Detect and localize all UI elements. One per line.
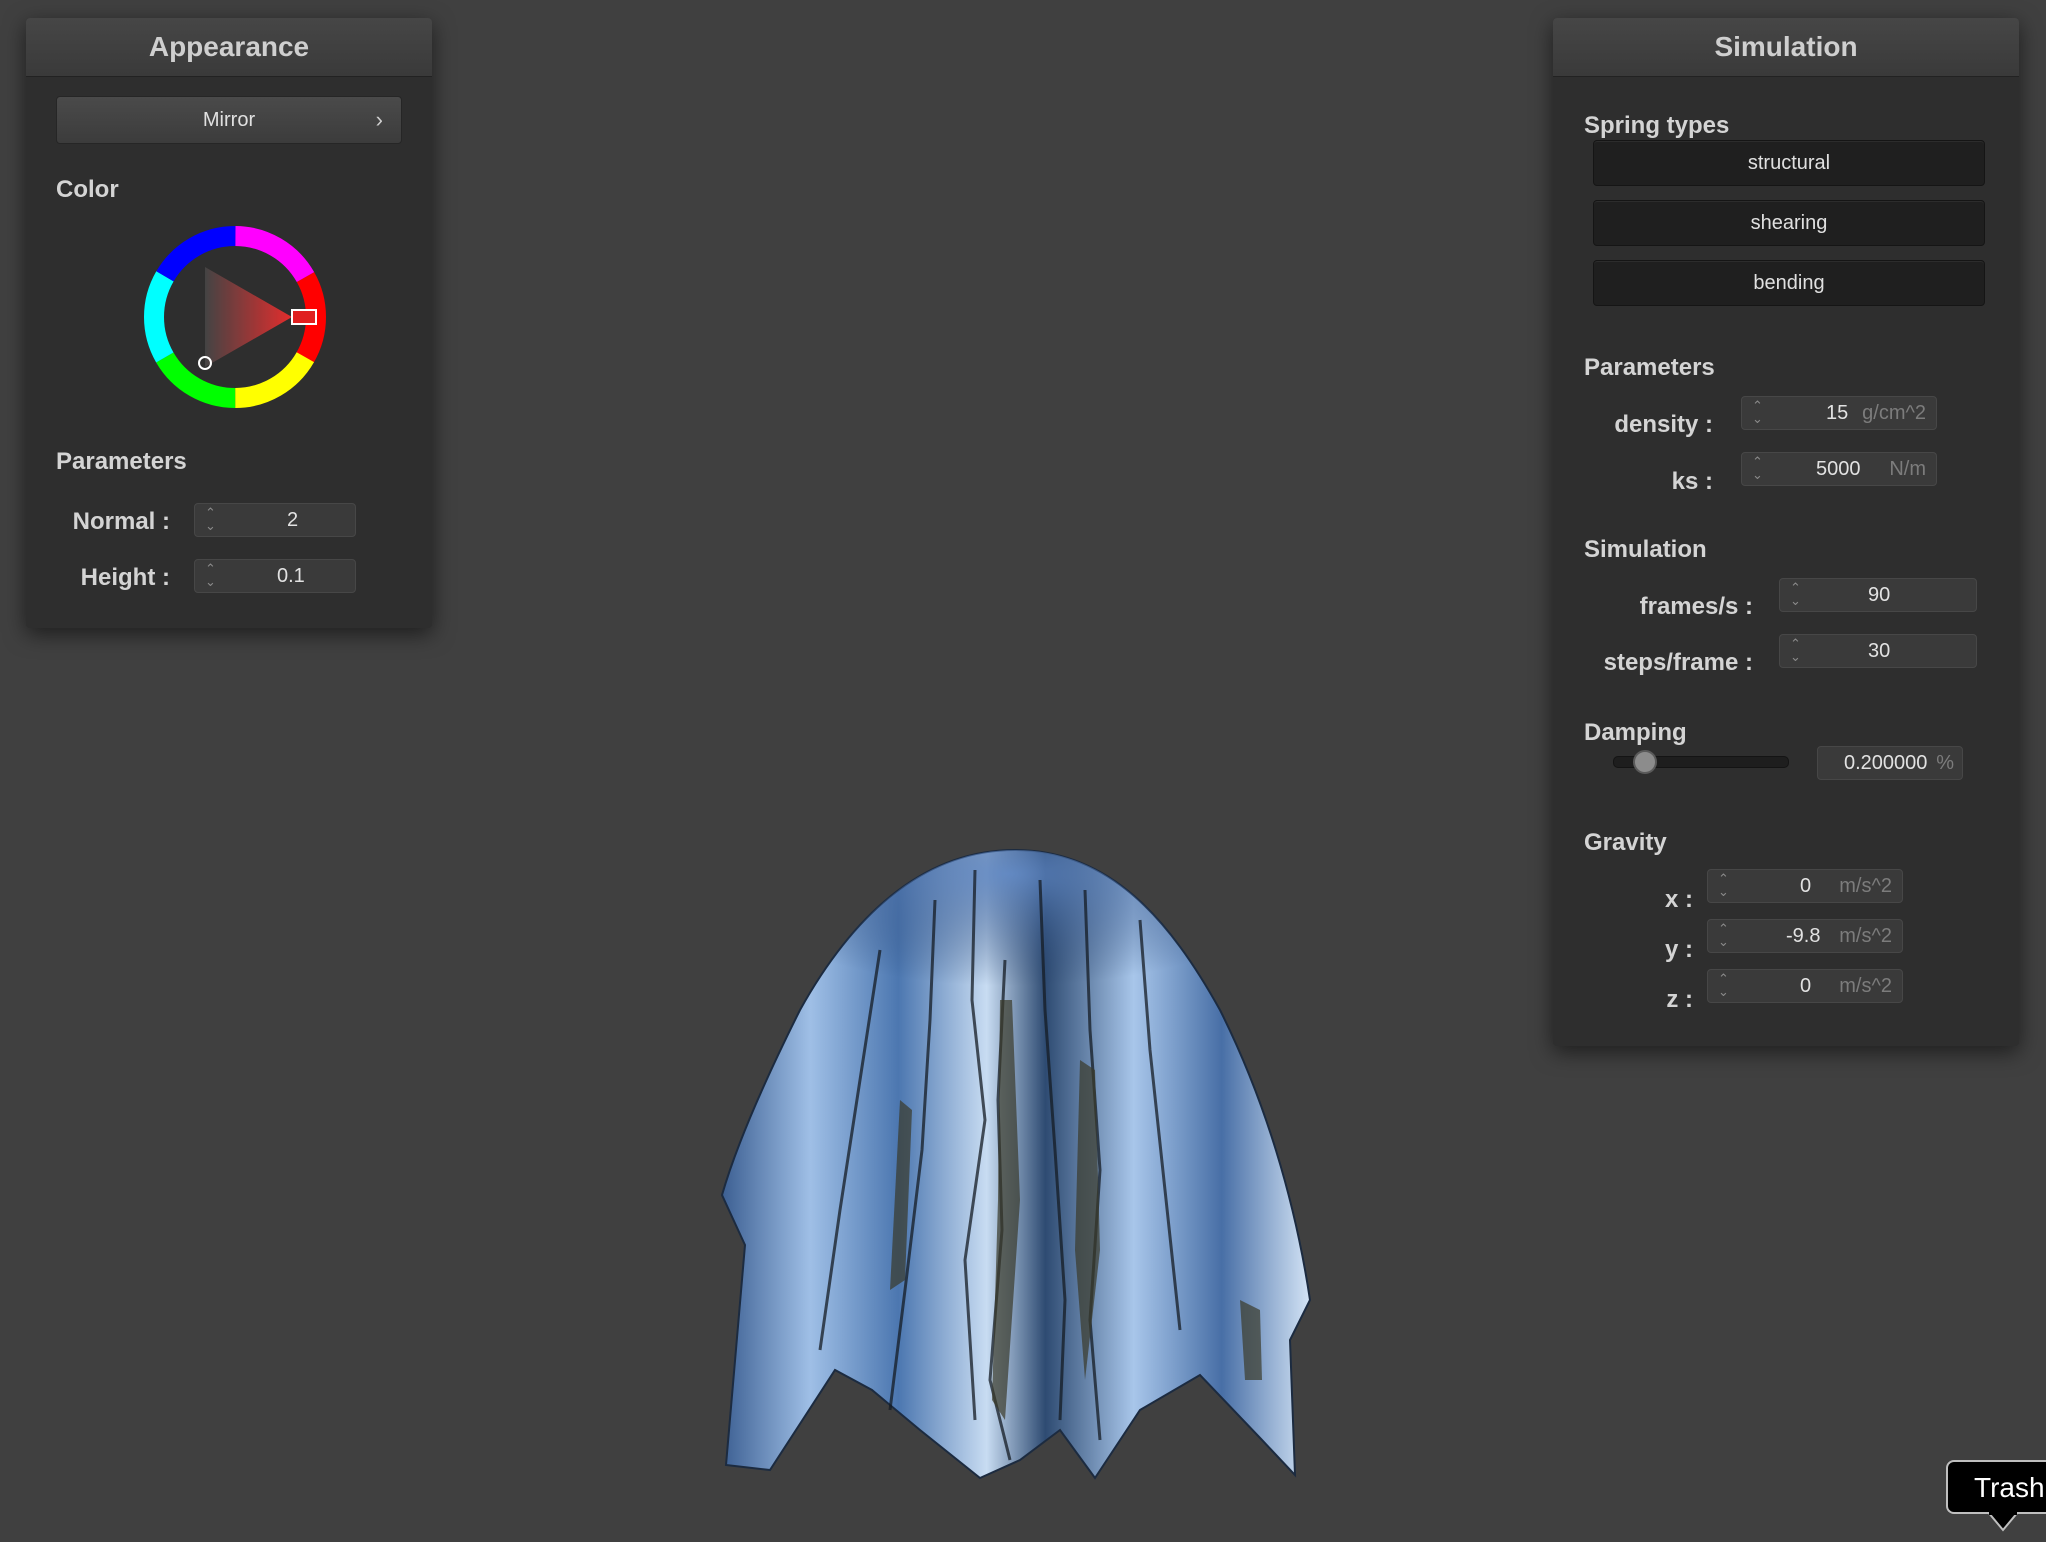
chevron-right-icon: ›	[375, 107, 383, 132]
spinner-icon[interactable]: ⌃ ⌄	[205, 506, 216, 532]
color-wheel[interactable]	[142, 224, 328, 410]
steps-per-frame-input[interactable]: ⌃ ⌄ 30	[1779, 634, 1977, 668]
gravity-y-input[interactable]: ⌃ ⌄ -9.8 m/s^2	[1707, 919, 1903, 953]
gravity-x-input[interactable]: ⌃ ⌄ 0 m/s^2	[1707, 869, 1903, 903]
structural-toggle-button[interactable]: structural	[1593, 140, 1985, 186]
appearance-panel: Appearance Mirror › Color Parameters Nor…	[26, 18, 432, 628]
spinner-icon[interactable]: ⌃ ⌄	[1752, 399, 1763, 425]
trash-tooltip-label: Trash	[1974, 1472, 2045, 1503]
density-label: density :	[1614, 411, 1713, 438]
spring-types-label: Spring types	[1584, 112, 1730, 139]
shader-dropdown[interactable]: Mirror ›	[56, 96, 402, 144]
ks-label: ks :	[1671, 468, 1713, 495]
spinner-icon[interactable]: ⌃ ⌄	[1718, 972, 1729, 998]
gravity-z-label: z :	[1666, 986, 1693, 1013]
damping-value-box[interactable]: 0.200000 %	[1817, 746, 1963, 780]
steps-per-frame-label: steps/frame :	[1603, 649, 1753, 676]
spinner-icon[interactable]: ⌃ ⌄	[1790, 581, 1801, 607]
shearing-toggle-button[interactable]: shearing	[1593, 200, 1985, 246]
normal-label: Normal :	[72, 508, 170, 535]
appearance-panel-title: Appearance	[26, 18, 432, 77]
spinner-icon[interactable]: ⌃ ⌄	[205, 562, 216, 588]
simulation-parameters-label: Parameters	[1584, 354, 1715, 381]
simulation-panel: Simulation Spring types structural shear…	[1553, 18, 2019, 1046]
spinner-icon[interactable]: ⌃ ⌄	[1718, 872, 1729, 898]
cloth-mesh	[720, 848, 1312, 1480]
gravity-x-label: x :	[1664, 886, 1693, 913]
spinner-icon[interactable]: ⌃ ⌄	[1752, 455, 1763, 481]
color-section-label: Color	[56, 176, 119, 203]
gravity-label: Gravity	[1584, 829, 1667, 856]
spinner-icon[interactable]: ⌃ ⌄	[1790, 637, 1801, 663]
gravity-y-label: y :	[1664, 936, 1693, 963]
frames-per-second-input[interactable]: ⌃ ⌄ 90	[1779, 578, 1977, 612]
tooltip-arrow-icon	[1986, 1512, 2020, 1532]
height-label: Height :	[80, 564, 170, 591]
appearance-parameters-label: Parameters	[56, 448, 187, 475]
density-input[interactable]: ⌃ ⌄ 15 g/cm^2	[1741, 396, 1937, 430]
spinner-icon[interactable]: ⌃ ⌄	[1718, 922, 1729, 948]
shader-dropdown-label: Mirror	[202, 109, 256, 131]
damping-slider-knob[interactable]	[1633, 750, 1657, 774]
frames-per-second-label: frames/s :	[1639, 593, 1753, 620]
normal-input[interactable]: ⌃ ⌄ 2	[194, 503, 356, 537]
height-input[interactable]: ⌃ ⌄ 0.1	[194, 559, 356, 593]
damping-label: Damping	[1584, 719, 1687, 746]
bending-toggle-button[interactable]: bending	[1593, 260, 1985, 306]
gravity-z-input[interactable]: ⌃ ⌄ 0 m/s^2	[1707, 969, 1903, 1003]
ks-input[interactable]: ⌃ ⌄ 5000 N/m	[1741, 452, 1937, 486]
simulation-panel-title: Simulation	[1553, 18, 2019, 77]
simulation-section-label: Simulation	[1584, 536, 1707, 563]
trash-tooltip: Trash	[1946, 1460, 2046, 1514]
hue-selector-handle[interactable]	[291, 309, 317, 325]
